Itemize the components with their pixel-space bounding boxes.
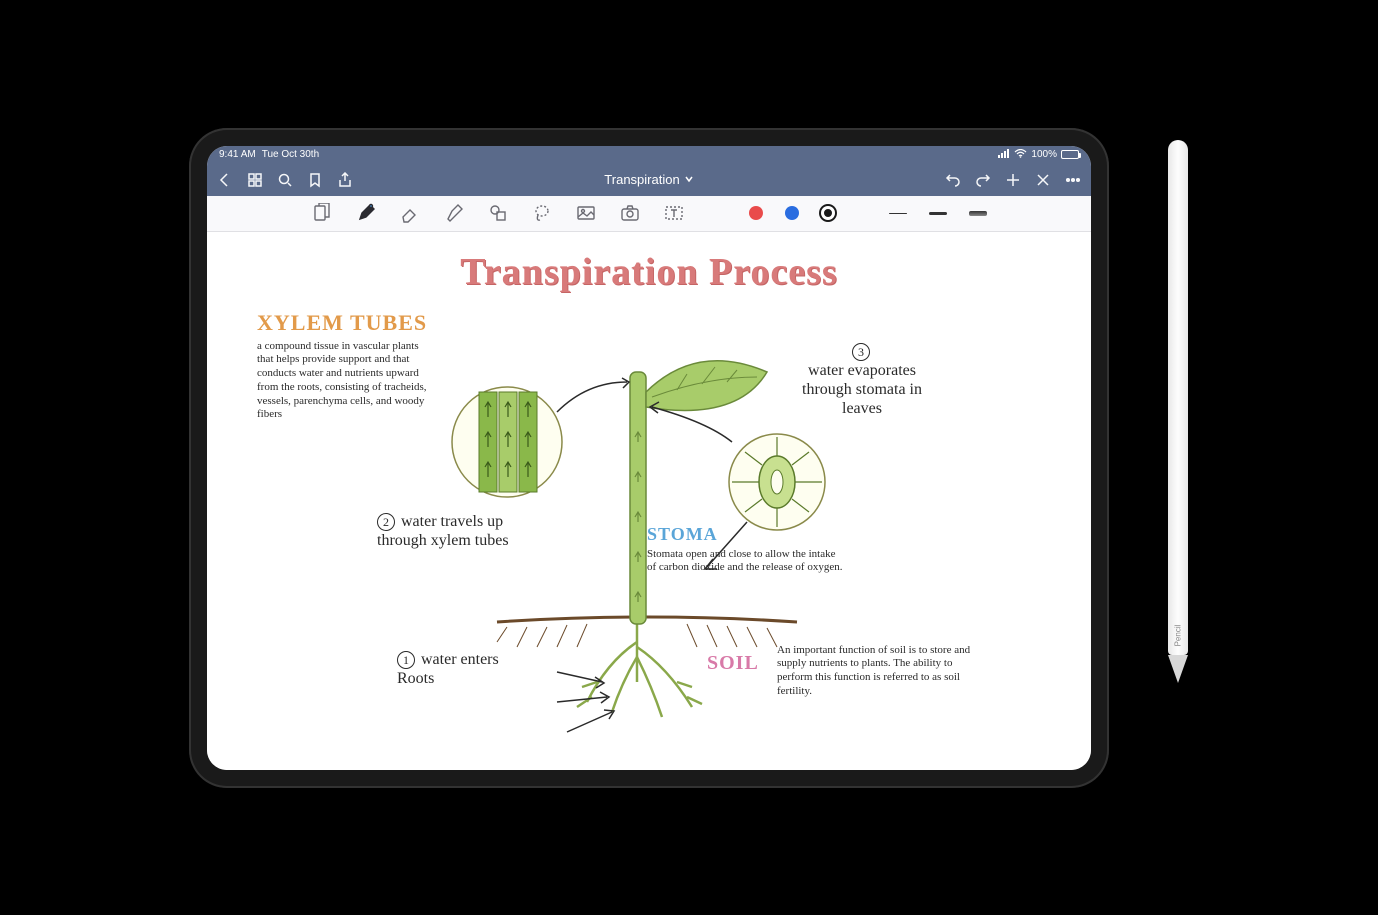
highlighter-tool-button[interactable] [443, 202, 465, 224]
document-title-dropdown[interactable]: Transpiration [604, 172, 693, 187]
wifi-icon [1014, 149, 1027, 161]
stroke-width-medium[interactable] [929, 212, 947, 215]
battery-icon [1061, 150, 1079, 159]
camera-tool-button[interactable] [619, 202, 641, 224]
battery-percent: 100% [1031, 149, 1057, 160]
ipad-screen: 9:41 AM Tue Oct 30th 100% [207, 146, 1091, 770]
status-date: Tue Oct 30th [262, 149, 319, 160]
page-tool-button[interactable] [311, 202, 333, 224]
pencil-brand-label: Pencil [1174, 625, 1183, 647]
stroke-width-thick[interactable] [969, 211, 987, 216]
image-tool-button[interactable] [575, 202, 597, 224]
ipad-device-frame: 9:41 AM Tue Oct 30th 100% [189, 128, 1109, 788]
plant-diagram [437, 312, 857, 762]
chevron-down-icon [684, 172, 694, 187]
shapes-tool-button[interactable] [487, 202, 509, 224]
xylem-description: a compound tissue in vascular plants tha… [257, 340, 427, 423]
apple-pencil: Pencil [1168, 140, 1188, 700]
pen-tool-button[interactable] [355, 202, 377, 224]
tool-bar [207, 196, 1091, 232]
undo-button[interactable] [945, 172, 961, 188]
color-swatch-blue[interactable] [785, 206, 799, 220]
more-button[interactable] [1065, 172, 1081, 188]
color-swatch-black[interactable] [821, 206, 835, 220]
redo-button[interactable] [975, 172, 991, 188]
text-tool-button[interactable] [663, 202, 685, 224]
status-time: 9:41 AM [219, 149, 256, 160]
bookmark-button[interactable] [307, 172, 323, 188]
document-title: Transpiration [604, 172, 679, 187]
add-button[interactable] [1005, 172, 1021, 188]
note-canvas[interactable]: Transpiration Process XYLEM TUBES a comp… [207, 232, 1091, 770]
app-nav-bar: Transpiration [207, 164, 1091, 196]
search-button[interactable] [277, 172, 293, 188]
note-title: Transpiration Process [460, 250, 837, 294]
share-button[interactable] [337, 172, 353, 188]
stylus-settings-button[interactable] [1035, 172, 1051, 188]
stroke-width-thin[interactable] [889, 213, 907, 214]
xylem-heading: XYLEM TUBES [257, 310, 427, 336]
color-swatch-red[interactable] [749, 206, 763, 220]
grid-view-button[interactable] [247, 172, 263, 188]
status-bar: 9:41 AM Tue Oct 30th 100% [207, 146, 1091, 164]
signal-icon [998, 149, 1010, 161]
eraser-tool-button[interactable] [399, 202, 421, 224]
lasso-tool-button[interactable] [531, 202, 553, 224]
back-button[interactable] [217, 172, 233, 188]
